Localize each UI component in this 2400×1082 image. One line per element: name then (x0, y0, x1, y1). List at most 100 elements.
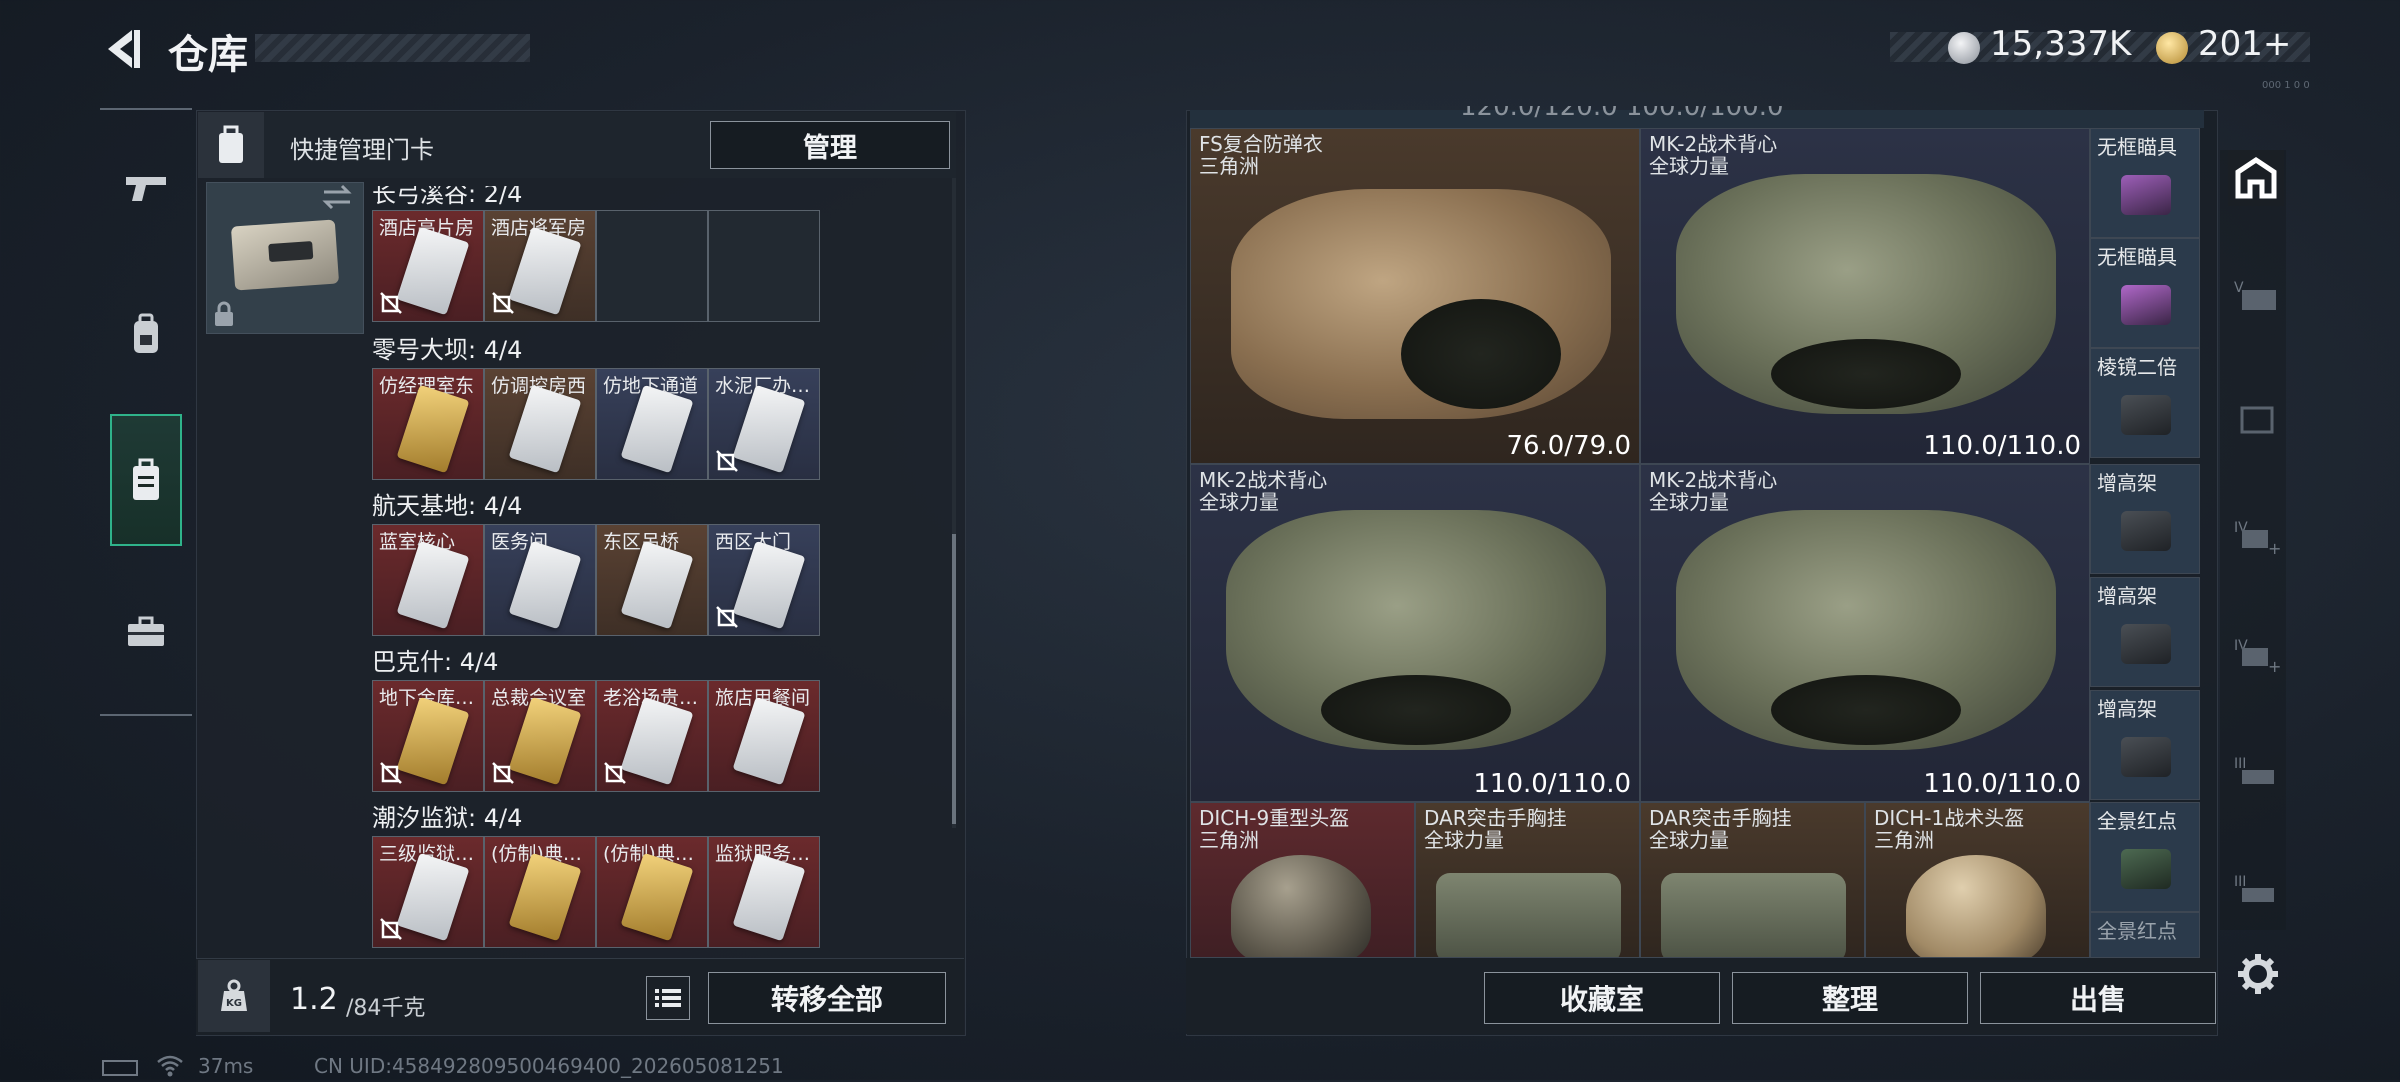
keycard-slot[interactable]: 水泥厂办… (708, 368, 820, 480)
keycard-image (508, 852, 582, 942)
category-level-iv-a[interactable] (2228, 390, 2284, 446)
inventory-item-small[interactable]: 增高架 (2090, 464, 2200, 574)
inventory-item-dich1-helmet[interactable]: DICH-1战术头盔 三角洲 (1865, 802, 2090, 958)
keycard-image (396, 540, 470, 630)
uid-text: CN UID:458492809500469400_202605081251 (314, 1054, 784, 1078)
keycard-slot[interactable]: 仿调控房西 (484, 368, 596, 480)
item-name: 无框瞄具 (2097, 245, 2177, 269)
quick-manage-label: 快捷管理门卡 (290, 136, 434, 164)
inventory-item-dar-chest-rig[interactable]: DAR突击手胸挂 全球力量 (1640, 802, 1865, 958)
keycard-image (620, 540, 694, 630)
briefcase-icon (128, 616, 164, 646)
keycard-holder-icon (219, 125, 243, 163)
settings-button[interactable] (2236, 952, 2280, 996)
gold-amount[interactable]: 201+ (2198, 24, 2291, 64)
inventory-item-small[interactable]: 全景红点 (2090, 912, 2200, 958)
keycard-image (620, 696, 694, 786)
no-auto-return-icon (716, 450, 738, 472)
nav-weapons[interactable] (110, 122, 182, 254)
category-level-iv-c[interactable]: IV + (2228, 626, 2284, 682)
keycard-slot[interactable]: 旅店用餐间 (708, 680, 820, 792)
inventory-item-small[interactable]: 增高架 (2090, 690, 2200, 800)
inventory-item-mk2-vest[interactable]: MK-2战术背心 全球力量 110.0/110.0 (1190, 464, 1640, 802)
inventory-item-dich9-helmet[interactable]: DICH-9重型头盔 三角洲 (1190, 802, 1415, 958)
category-level-v[interactable]: V (2228, 268, 2284, 324)
keycard-slot[interactable] (596, 210, 708, 322)
inventory-item-small[interactable]: 增高架 (2090, 577, 2200, 687)
category-level-iii-a[interactable]: III (2228, 744, 2284, 800)
ping-text: 37ms (198, 1054, 254, 1078)
keycard-slot[interactable]: 老浴场贵… (596, 680, 708, 792)
no-auto-return-icon (492, 292, 514, 314)
weight-icon: KG (221, 979, 247, 1011)
pistol-icon (126, 177, 166, 201)
item-origin: 全球力量 (1424, 828, 1504, 852)
category-level-iv-b[interactable]: IV + (2228, 508, 2284, 564)
keycard-slot[interactable] (708, 210, 820, 322)
keycard-slot[interactable]: 监狱服务… (708, 836, 820, 948)
sort-button[interactable]: 整理 (1732, 972, 1968, 1024)
collection-room-button[interactable]: 收藏室 (1484, 972, 1720, 1024)
back-button[interactable] (100, 26, 146, 72)
swap-icon[interactable] (320, 182, 354, 216)
keycard-image (396, 696, 470, 786)
helmet-image (1231, 855, 1371, 957)
chest-rig-image (1661, 873, 1846, 957)
svg-text:+: + (2268, 539, 2280, 556)
list-icon (655, 989, 681, 1007)
keycard-image (620, 852, 694, 942)
keycard-slot[interactable]: 西区大门 (708, 524, 820, 636)
item-name: DICH-9重型头盔 (1199, 806, 1350, 830)
scrollbar-thumb[interactable] (952, 534, 956, 824)
group-title: 航天基地: 4/4 (372, 492, 523, 520)
keycard-slot[interactable]: (仿制)典… (596, 836, 708, 948)
inventory-item-fs-vest[interactable]: FS复合防弹衣 三角洲 76.0/79.0 (1190, 128, 1640, 464)
vest-shadow (1401, 299, 1561, 409)
title-decoration (255, 34, 530, 62)
sell-button[interactable]: 出售 (1980, 972, 2216, 1024)
inventory-item-small[interactable]: 无框瞄具 (2090, 238, 2200, 348)
keycard-slot[interactable]: 仿经理室东 (372, 368, 484, 480)
keycard-slot[interactable]: 医务间 (484, 524, 596, 636)
nav-toolbox[interactable] (110, 566, 182, 698)
nav-keycards[interactable] (110, 414, 182, 546)
manage-button[interactable]: 管理 (710, 121, 950, 169)
transfer-all-button[interactable]: 转移全部 (708, 972, 946, 1024)
keycard-slot[interactable]: 三级监狱… (372, 836, 484, 948)
inventory-item-mk2-vest[interactable]: MK-2战术背心 全球力量 110.0/110.0 (1640, 464, 2090, 802)
inventory-item-small[interactable]: 全景红点 (2090, 802, 2200, 912)
item-name: DAR突击手胸挂 (1649, 806, 1792, 830)
item-origin: 全球力量 (1649, 490, 1729, 514)
nav-backpack[interactable] (110, 268, 182, 400)
item-name: MK-2战术背心 (1199, 468, 1328, 492)
keycard-slot[interactable]: 酒店将军房 (484, 210, 596, 322)
riser-image (2121, 737, 2171, 777)
keycard-image (732, 540, 806, 630)
list-view-button[interactable] (646, 976, 690, 1020)
group-title: 潮汐监狱: 4/4 (372, 804, 523, 832)
keycard-slot[interactable]: 蓝室核心 (372, 524, 484, 636)
keycard-slot[interactable]: 酒店高片房 (372, 210, 484, 322)
chest-rig-image (1436, 873, 1621, 957)
no-auto-return-icon (492, 762, 514, 784)
inventory-item-dar-chest-rig[interactable]: DAR突击手胸挂 全球力量 (1415, 802, 1640, 958)
keycard-icon-box (198, 112, 264, 178)
svg-text:KG: KG (226, 998, 242, 1009)
category-all[interactable] (2228, 150, 2284, 206)
category-level-iii-b[interactable]: III (2228, 862, 2284, 918)
keycard-slot[interactable]: 地下金库… (372, 680, 484, 792)
backpack-icon (134, 313, 158, 353)
svg-text:+: + (2268, 657, 2280, 674)
inventory-item-small[interactable]: 无框瞄具 (2090, 128, 2200, 238)
no-auto-return-icon (716, 606, 738, 628)
inventory-item-mk2-vest[interactable]: MK-2战术背心 全球力量 110.0/110.0 (1640, 128, 2090, 464)
item-origin: 全球力量 (1199, 490, 1279, 514)
keycard-image (732, 852, 806, 942)
keycard-slot[interactable]: 东区吊桥 (596, 524, 708, 636)
keycard-slot[interactable]: 仿地下通道 (596, 368, 708, 480)
keycard-slot[interactable]: 总裁会议室 (484, 680, 596, 792)
weight-current: 1.2 (290, 982, 338, 1017)
item-origin: 三角洲 (1874, 828, 1934, 852)
keycard-slot[interactable]: (仿制)典… (484, 836, 596, 948)
inventory-item-small[interactable]: 棱镜二倍 (2090, 348, 2200, 458)
